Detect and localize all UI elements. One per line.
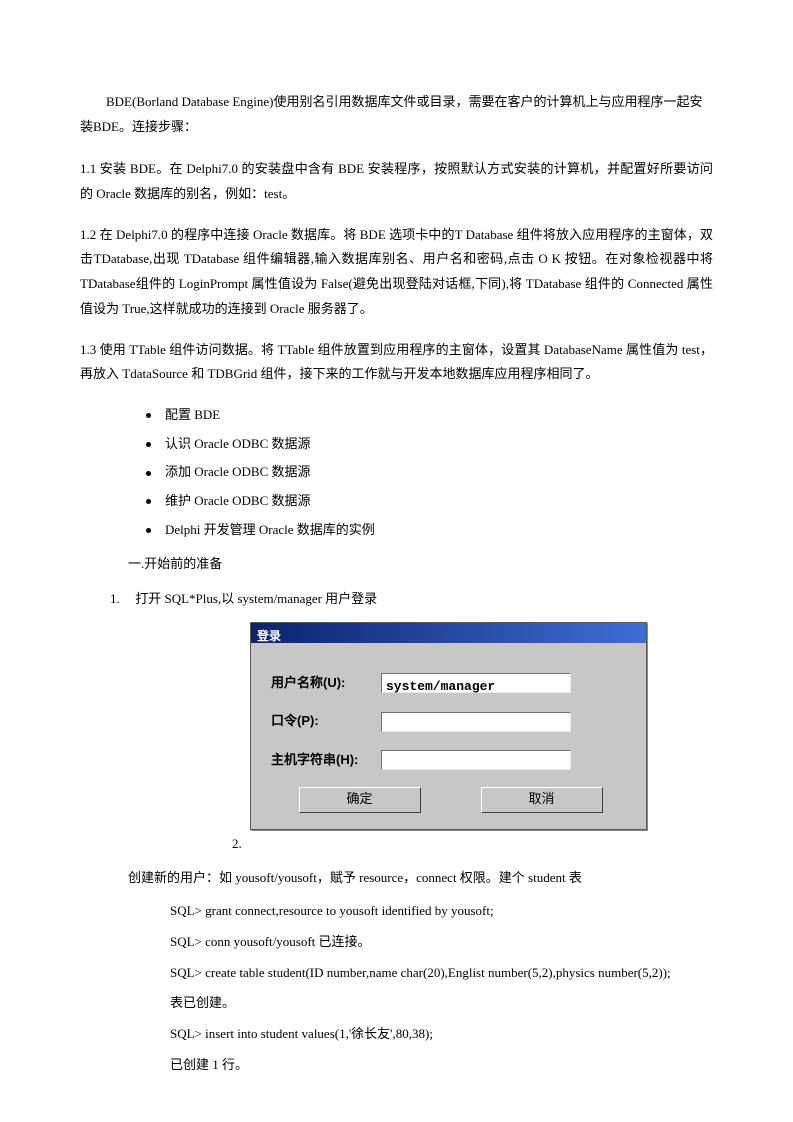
step-2-number: 2.	[232, 832, 713, 857]
input-password[interactable]	[381, 712, 571, 732]
intro-paragraph: BDE(Borland Database Engine)使用别名引用数据库文件或…	[80, 90, 713, 139]
label-username: 用户名称(U):	[271, 671, 381, 696]
cancel-button[interactable]: 取消	[481, 787, 603, 813]
bullet-text: 添加 Oracle ODBC 数据源	[165, 464, 311, 479]
bullet-item: Delphi 开发管理 Oracle 数据库的实例	[146, 518, 713, 543]
sql-line: 表已创建。	[170, 991, 713, 1016]
login-dialog: 登录 用户名称(U): system/manager 口令(P): 主机字符串(…	[250, 622, 647, 830]
sql-line: SQL> conn yousoft/yousoft 已连接。	[170, 930, 713, 955]
row-password: 口令(P):	[271, 709, 630, 734]
input-username[interactable]: system/manager	[381, 673, 571, 693]
section-1-1: 1.1 安装 BDE。在 Delphi7.0 的安装盘中含有 BDE 安装程序，…	[80, 157, 713, 206]
preparation-heading: 一.开始前的准备	[128, 552, 713, 577]
bullet-text: 配置 BDE	[165, 407, 220, 422]
bullet-icon	[146, 528, 151, 533]
bullet-icon	[146, 471, 151, 476]
ok-button[interactable]: 确定	[299, 787, 421, 813]
row-hoststring: 主机字符串(H):	[271, 748, 630, 773]
bullet-item: 维护 Oracle ODBC 数据源	[146, 489, 713, 514]
bullet-item: 认识 Oracle ODBC 数据源	[146, 432, 713, 457]
label-hoststring: 主机字符串(H):	[271, 748, 381, 773]
create-user-text: 创建新的用户：如 yousoft/yousoft，赋予 resource，con…	[128, 866, 713, 891]
step-number: 1.	[110, 587, 132, 612]
login-dialog-wrap: 登录 用户名称(U): system/manager 口令(P): 主机字符串(…	[250, 622, 713, 830]
step-text: 打开 SQL*Plus,以 system/manager 用户登录	[135, 591, 377, 606]
bullet-item: 配置 BDE	[146, 403, 713, 428]
row-username: 用户名称(U): system/manager	[271, 671, 630, 696]
step-1: 1. 打开 SQL*Plus,以 system/manager 用户登录	[110, 587, 713, 612]
sql-line: 已创建 1 行。	[170, 1053, 713, 1078]
bullet-text: Delphi 开发管理 Oracle 数据库的实例	[165, 522, 375, 537]
bullet-item: 添加 Oracle ODBC 数据源	[146, 460, 713, 485]
section-1-2: 1.2 在 Delphi7.0 的程序中连接 Oracle 数据库。将 BDE …	[80, 223, 713, 322]
bullet-icon	[146, 442, 151, 447]
bullet-text: 维护 Oracle ODBC 数据源	[165, 493, 311, 508]
sql-line: SQL> insert into student values(1,'徐长友',…	[170, 1022, 713, 1047]
bullet-icon	[146, 499, 151, 504]
dialog-body: 用户名称(U): system/manager 口令(P): 主机字符串(H):…	[251, 643, 646, 829]
bullet-text: 认识 Oracle ODBC 数据源	[165, 436, 311, 451]
document-page: BDE(Borland Database Engine)使用别名引用数据库文件或…	[0, 0, 793, 1122]
sql-line: SQL> grant connect,resource to yousoft i…	[170, 899, 713, 924]
sql-line: SQL> create table student(ID number,name…	[170, 961, 713, 986]
section-1-3: 1.3 使用 TTable 组件访问数据。将 TTable 组件放置到应用程序的…	[80, 338, 713, 387]
dialog-button-row: 确定 取消	[271, 787, 630, 813]
bullet-list: 配置 BDE 认识 Oracle ODBC 数据源 添加 Oracle ODBC…	[146, 403, 713, 542]
dialog-titlebar: 登录	[251, 623, 646, 643]
bullet-icon	[146, 413, 151, 418]
label-password: 口令(P):	[271, 709, 381, 734]
input-hoststring[interactable]	[381, 750, 571, 770]
